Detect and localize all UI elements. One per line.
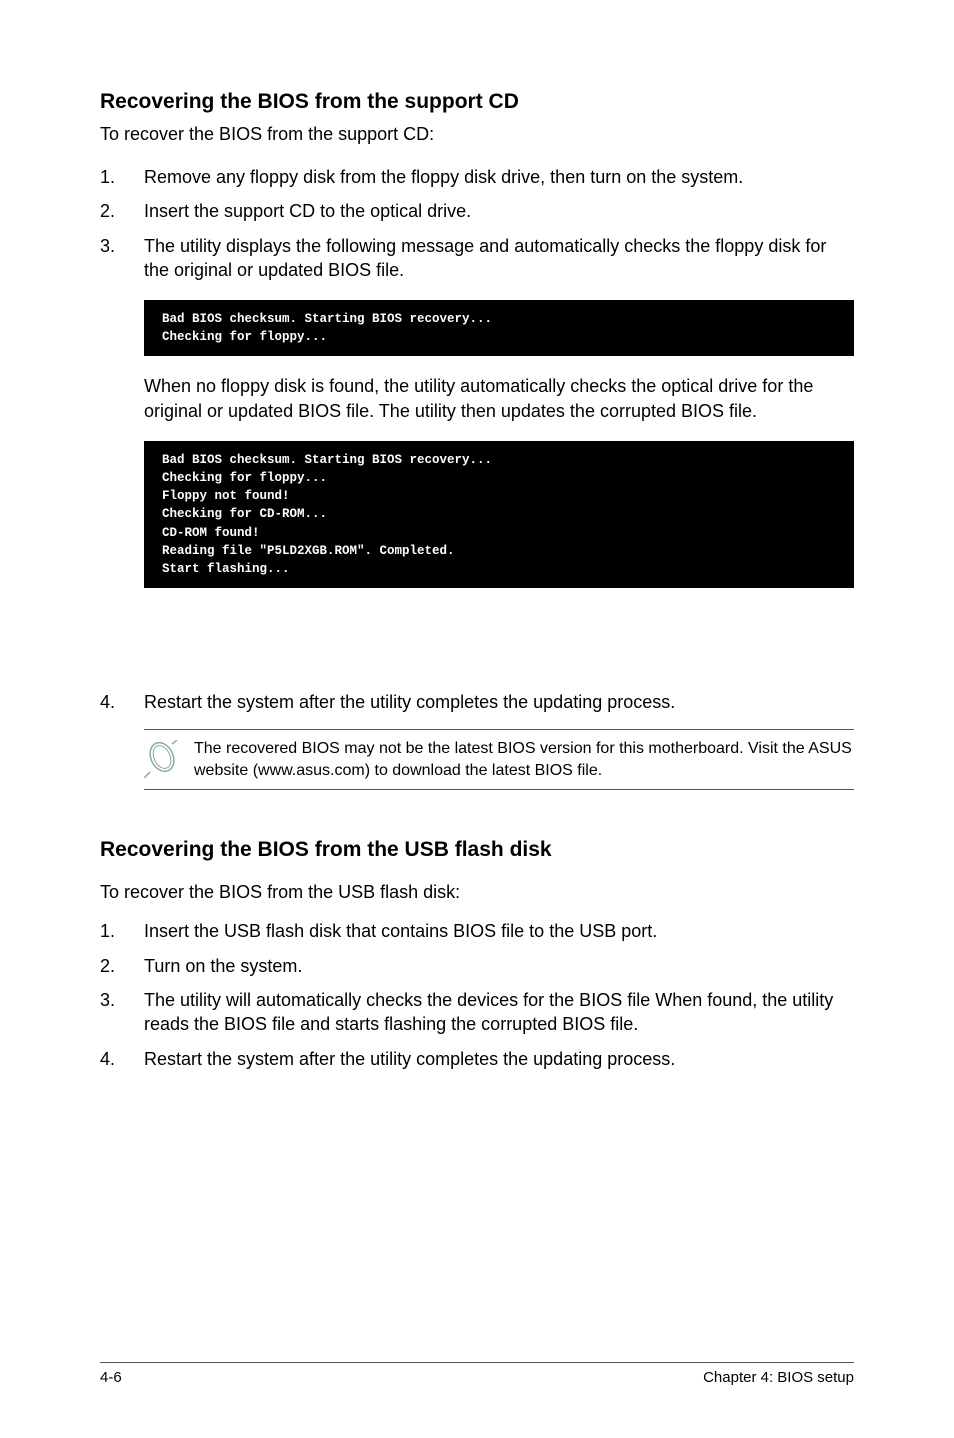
step-text: The utility will automatically checks th… — [144, 990, 833, 1034]
list-item: 2. Turn on the system. — [100, 954, 854, 978]
steps-list-usb: 1. Insert the USB flash disk that contain… — [100, 919, 854, 1070]
page-footer: 4-6 Chapter 4: BIOS setup — [100, 1362, 854, 1386]
terminal-output-2: Bad BIOS checksum. Starting BIOS recover… — [144, 441, 854, 588]
intro-text-usb: To recover the BIOS from the USB flash d… — [100, 882, 854, 903]
intro-text-cd: To recover the BIOS from the support CD: — [100, 124, 854, 145]
step-text: Insert the support CD to the optical dri… — [144, 201, 471, 221]
section-heading-cd: Recovering the BIOS from the support CD — [100, 90, 854, 114]
step-text: Restart the system after the utility com… — [144, 1049, 675, 1069]
step-number: 4. — [100, 690, 115, 714]
terminal-output-1: Bad BIOS checksum. Starting BIOS recover… — [144, 300, 854, 356]
step-text: Insert the USB flash disk that contains … — [144, 921, 657, 941]
list-item: 2. Insert the support CD to the optical d… — [100, 199, 854, 223]
step-number: 2. — [100, 954, 115, 978]
list-item: 3. The utility displays the following mes… — [100, 234, 854, 283]
note-box: The recovered BIOS may not be the latest… — [144, 729, 854, 790]
step-number: 3. — [100, 234, 115, 258]
step-number: 3. — [100, 988, 115, 1012]
list-item: 4. Restart the system after the utility c… — [100, 690, 854, 714]
steps-list-cd: 1. Remove any floppy disk from the floppy… — [100, 165, 854, 282]
continuation-text: When no floppy disk is found, the utilit… — [144, 374, 854, 423]
note-text: The recovered BIOS may not be the latest… — [194, 738, 854, 781]
list-item: 1. Insert the USB flash disk that contain… — [100, 919, 854, 943]
list-item: 3. The utility will automatically checks … — [100, 988, 854, 1037]
footer-chapter: Chapter 4: BIOS setup — [703, 1369, 854, 1386]
step-number: 1. — [100, 165, 115, 189]
step-number: 4. — [100, 1047, 115, 1071]
step-text: Restart the system after the utility com… — [144, 692, 675, 712]
step-number: 1. — [100, 919, 115, 943]
step-text: Remove any floppy disk from the floppy d… — [144, 167, 743, 187]
note-icon — [144, 738, 194, 778]
footer-page-number: 4-6 — [100, 1369, 122, 1386]
section-heading-usb: Recovering the BIOS from the USB flash d… — [100, 838, 854, 862]
step-text: The utility displays the following messa… — [144, 236, 826, 280]
step-text: Turn on the system. — [144, 956, 302, 976]
list-item: 4. Restart the system after the utility c… — [100, 1047, 854, 1071]
step-number: 2. — [100, 199, 115, 223]
list-item: 1. Remove any floppy disk from the floppy… — [100, 165, 854, 189]
steps-list-cd-4: 4. Restart the system after the utility c… — [100, 690, 854, 714]
